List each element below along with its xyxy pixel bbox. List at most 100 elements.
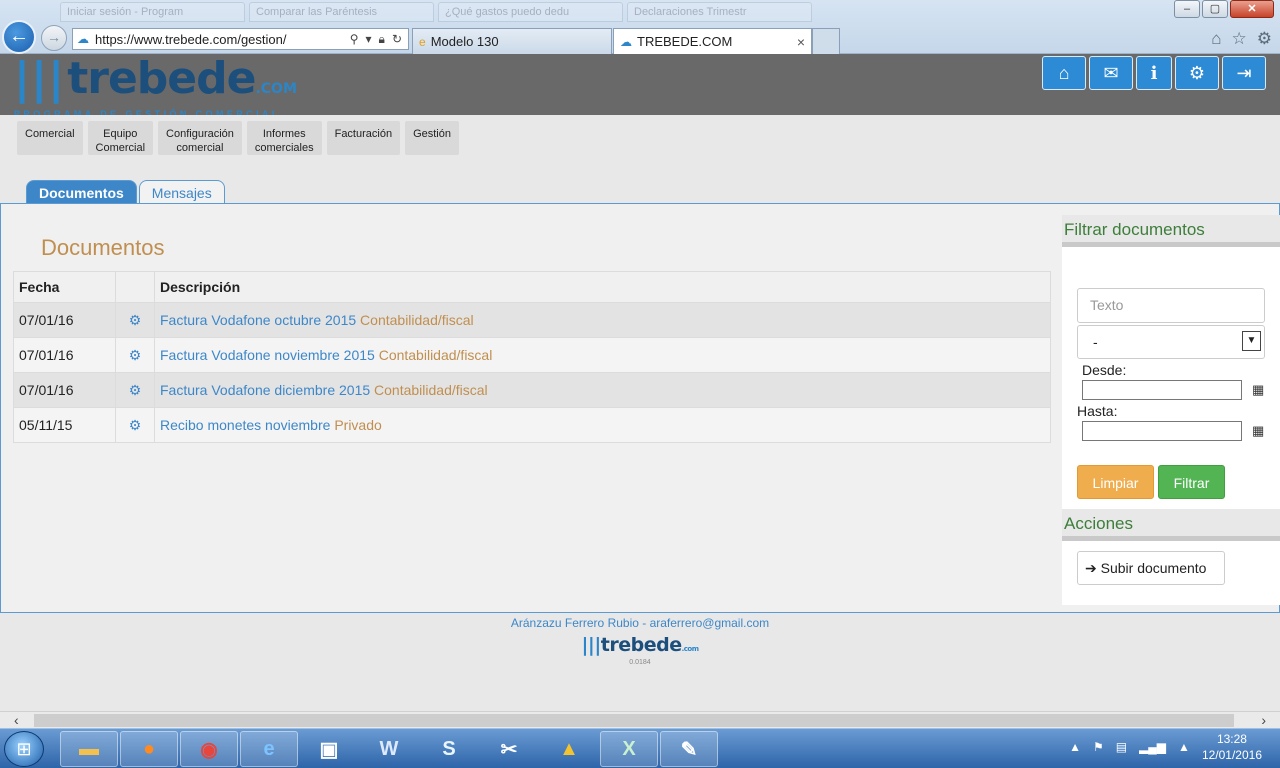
description-cell: Recibo monetes noviembre Privado: [154, 407, 1051, 443]
text-filter-input[interactable]: Texto: [1077, 288, 1265, 323]
drive-icon[interactable]: ▲: [540, 731, 598, 767]
refresh-icon[interactable]: ↻: [392, 32, 402, 47]
header-buttons: ⌂ ✉ i ⚙ ⇥: [1042, 56, 1266, 90]
address-bar[interactable]: ☁ https://www.trebede.com/gestion/ ⚲ ▾ 🔒…: [72, 28, 409, 50]
mail-button[interactable]: ✉: [1089, 56, 1133, 90]
footer-user[interactable]: Aránzazu Ferrero Rubio - araferrero@gmai…: [0, 616, 1280, 630]
cogs-icon[interactable]: ⚙: [129, 312, 142, 328]
from-date-input[interactable]: [1082, 380, 1242, 400]
filter-button[interactable]: Filtrar: [1158, 465, 1225, 499]
scrollbar-thumb[interactable]: [34, 714, 1234, 727]
to-date-input[interactable]: [1082, 421, 1242, 441]
menu-equipo-comercial[interactable]: Equipo Comercial: [87, 121, 154, 155]
document-link[interactable]: Factura Vodafone octubre 2015: [160, 312, 356, 328]
document-category: Contabilidad/fiscal: [378, 347, 493, 363]
cogs-icon[interactable]: ⚙: [129, 347, 142, 363]
back-button[interactable]: ←: [2, 20, 36, 54]
category-select[interactable]: - ▼: [1077, 325, 1265, 359]
menu-comercial[interactable]: Comercial: [17, 121, 83, 155]
horizontal-scrollbar[interactable]: ‹ ›: [0, 711, 1280, 728]
date-cell: 07/01/16: [13, 302, 116, 338]
cogs-icon[interactable]: ⚙: [129, 417, 142, 433]
envelope-icon: ✉: [1103, 63, 1119, 83]
tab-label: Modelo 130: [430, 34, 499, 49]
paint-icon[interactable]: ✎: [660, 731, 718, 767]
dropdown-icon[interactable]: ▾: [366, 32, 372, 47]
ie-icon[interactable]: e: [240, 731, 298, 767]
scroll-left-icon[interactable]: ‹: [14, 712, 19, 728]
calendar-icon[interactable]: ▦: [1252, 423, 1264, 439]
ghost-tab[interactable]: Iniciar sesión - Program: [60, 2, 245, 22]
logout-button[interactable]: ⇥: [1222, 56, 1266, 90]
info-button[interactable]: i: [1136, 56, 1172, 90]
ghost-tab[interactable]: Comparar las Paréntesis: [249, 2, 434, 22]
excel-icon[interactable]: X: [600, 731, 658, 767]
search-icon[interactable]: ⚲: [350, 32, 359, 47]
lock-icon[interactable]: 🔒︎: [379, 32, 385, 47]
table-header-row: Fecha Descripción: [13, 271, 1051, 303]
home-button[interactable]: ⌂: [1042, 56, 1086, 90]
tab-documentos[interactable]: Documentos: [26, 180, 137, 204]
explorer-icon[interactable]: ▬: [60, 731, 118, 767]
chrome-icon[interactable]: ◉: [180, 731, 238, 767]
from-label: Desde:: [1082, 362, 1127, 378]
cogs-icon[interactable]: ⚙: [129, 382, 142, 398]
upload-document-button[interactable]: ➔ Subir documento: [1077, 551, 1225, 585]
url-text[interactable]: https://www.trebede.com/gestion/: [95, 32, 350, 47]
start-button[interactable]: ⊞: [4, 731, 44, 767]
ghost-tab[interactable]: Declaraciones Trimestr: [627, 2, 812, 22]
calendar-icon[interactable]: ▦: [1252, 382, 1264, 398]
maximize-button[interactable]: ▢: [1202, 0, 1228, 18]
column-header-fecha[interactable]: Fecha: [13, 271, 116, 303]
forward-button[interactable]: →: [41, 25, 67, 51]
close-tab-icon[interactable]: ×: [797, 34, 805, 50]
main-menu: Comercial Equipo Comercial Configuración…: [17, 121, 459, 155]
device-icon[interactable]: ▤: [1116, 740, 1127, 754]
tab-trebede[interactable]: ☁ TREBEDE.COM ×: [613, 28, 812, 54]
upload-label: Subir documento: [1100, 560, 1207, 576]
document-link[interactable]: Recibo monetes noviembre: [160, 417, 330, 433]
menu-informes-comerciales[interactable]: Informes comerciales: [246, 121, 322, 155]
date-cell: 07/01/16: [13, 372, 116, 408]
network-icon[interactable]: ▣: [300, 731, 358, 767]
system-tray: ▲ ⚑ ▤ ▂▄▆ ▲ 13:28 12/01/2016: [1069, 731, 1280, 763]
trebede-logo[interactable]: |||trebede.COM PROGRAMA DE GESTIÓN COMER…: [14, 53, 297, 120]
scroll-right-icon[interactable]: ›: [1261, 712, 1266, 728]
document-category: Contabilidad/fiscal: [374, 382, 488, 398]
chevron-down-icon[interactable]: ▼: [1242, 331, 1261, 351]
tab-modelo-130[interactable]: e Modelo 130: [412, 28, 612, 54]
signal-icon[interactable]: ▂▄▆: [1139, 740, 1166, 754]
column-header-descripcion[interactable]: Descripción: [154, 271, 1051, 303]
home-icon[interactable]: ⌂: [1211, 29, 1221, 49]
page: Comercial Equipo Comercial Configuración…: [0, 115, 1280, 714]
description-cell: Factura Vodafone diciembre 2015 Contabil…: [154, 372, 1051, 408]
star-icon[interactable]: ☆: [1232, 29, 1247, 49]
close-window-button[interactable]: ✕: [1230, 0, 1274, 18]
document-link[interactable]: Factura Vodafone diciembre 2015: [160, 382, 370, 398]
firefox-icon[interactable]: ●: [120, 731, 178, 767]
menu-configuracion-comercial[interactable]: Configuración comercial: [158, 121, 242, 155]
browser-toolbar: ⌂ ☆ ⚙: [1211, 29, 1272, 49]
settings-button[interactable]: ⚙: [1175, 56, 1219, 90]
skype-icon[interactable]: S: [420, 731, 478, 767]
document-link[interactable]: Factura Vodafone noviembre 2015: [160, 347, 375, 363]
clock[interactable]: 13:28 12/01/2016: [1202, 731, 1262, 763]
footer-logo[interactable]: |||trebede.com: [0, 634, 1280, 656]
word-icon[interactable]: W: [360, 731, 418, 767]
minimize-button[interactable]: –: [1174, 0, 1200, 18]
clear-button[interactable]: Limpiar: [1077, 465, 1154, 499]
menu-facturacion[interactable]: Facturación: [326, 121, 401, 155]
media-icon[interactable]: ✂: [480, 731, 538, 767]
menu-gestion[interactable]: Gestión: [405, 121, 459, 155]
select-value: -: [1093, 334, 1098, 350]
taskbar: ⊞ ▬ ● ◉ e ▣ W S ✂ ▲ X ✎ ▲ ⚑ ▤ ▂▄▆ ▲ 13:2…: [0, 728, 1280, 768]
ghost-tab[interactable]: ¿Qué gastos puedo dedu: [438, 2, 623, 22]
new-tab-button[interactable]: [812, 28, 840, 54]
document-category: Privado: [334, 417, 382, 433]
flag-icon[interactable]: ⚑: [1093, 740, 1104, 754]
drive-tray-icon[interactable]: ▲: [1178, 740, 1190, 754]
gear-icon[interactable]: ⚙: [1257, 29, 1272, 49]
tab-mensajes[interactable]: Mensajes: [138, 180, 225, 204]
show-hidden-icons[interactable]: ▲: [1069, 740, 1081, 754]
logo-wordmark: |||trebede.COM: [14, 53, 297, 104]
